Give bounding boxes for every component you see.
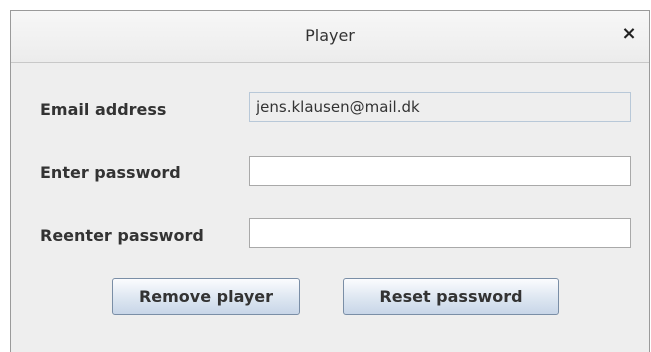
reset-password-button[interactable]: Reset password xyxy=(343,278,559,315)
close-icon[interactable]: × xyxy=(619,23,639,45)
remove-player-button[interactable]: Remove player xyxy=(112,278,300,315)
enter-password-field[interactable] xyxy=(249,156,631,186)
reenter-password-field[interactable] xyxy=(249,218,631,248)
player-dialog: Player × Email address Enter password Re… xyxy=(10,10,650,352)
enter-password-label: Enter password xyxy=(40,163,181,182)
dialog-title: Player xyxy=(305,26,355,45)
reenter-password-label: Reenter password xyxy=(40,226,204,245)
title-bar: Player × xyxy=(11,11,649,63)
email-field xyxy=(249,92,631,122)
email-label: Email address xyxy=(40,100,167,119)
